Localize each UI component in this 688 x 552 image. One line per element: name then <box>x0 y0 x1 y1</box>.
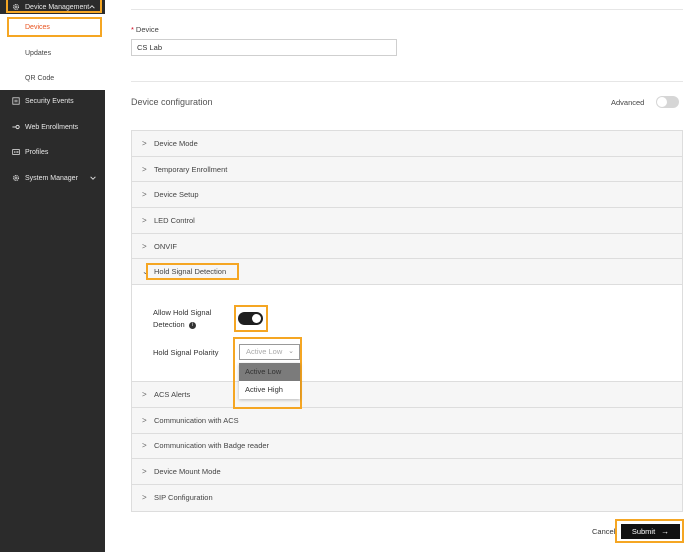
accordion-item-label: Communication with Badge reader <box>154 441 270 451</box>
device-name-input[interactable]: CS Lab <box>131 39 397 56</box>
polarity-select-value: Active Low <box>246 347 283 357</box>
allow-hold-signal-toggle[interactable] <box>238 312 263 326</box>
chevron-right-icon: > <box>142 493 147 503</box>
chevron-right-icon: > <box>142 190 147 200</box>
sidebar: Device Management Devices Updates QR Cod… <box>0 0 105 552</box>
required-mark: * <box>131 25 134 34</box>
polarity-select[interactable]: Active Low ⌄ <box>239 344 300 361</box>
sidebar-subitem-updates[interactable]: Updates <box>25 50 51 57</box>
sidebar-item-label: System Manager <box>25 174 78 182</box>
chevron-right-icon: > <box>142 138 147 148</box>
chevron-right-icon: > <box>142 415 147 425</box>
hold-signal-panel: Allow Hold Signal Detection i Hold Signa… <box>132 285 682 410</box>
chevron-right-icon: > <box>142 241 147 251</box>
arrow-right-icon: → <box>661 527 670 536</box>
sidebar-item-web-enrollments[interactable]: Web Enrollments <box>0 121 105 133</box>
accordion-item-label: Device Mount Mode <box>154 467 221 477</box>
sidebar-subitem-qr-code[interactable]: QR Code <box>25 75 54 82</box>
config-accordion: > Device Mode > Temporary Enrollment > D… <box>131 130 683 512</box>
main-content: * Device CS Lab Device configuration Adva… <box>105 0 688 552</box>
accordion-item-communication-acs[interactable]: > Communication with ACS <box>132 407 682 434</box>
submit-label: Submit <box>631 527 656 536</box>
accordion-item-communication-badge-reader[interactable]: > Communication with Badge reader <box>132 433 682 460</box>
accordion-item-label: LED Control <box>154 215 195 225</box>
chevron-down-icon: ⌄ <box>288 348 294 356</box>
polarity-option-active-low[interactable]: Active Low <box>239 363 300 382</box>
accordion-item-label: Device Mode <box>154 138 198 148</box>
chevron-right-icon: > <box>142 389 147 399</box>
advanced-toggle[interactable] <box>656 96 679 108</box>
chevron-right-icon: > <box>142 215 147 225</box>
accordion-item-device-setup[interactable]: > Device Setup <box>132 182 682 209</box>
key-icon <box>11 123 20 132</box>
accordion-item-led-control[interactable]: > LED Control <box>132 208 682 234</box>
accordion-item-label: ONVIF <box>154 241 177 251</box>
info-icon[interactable]: i <box>188 321 196 329</box>
gear-icon <box>11 174 20 183</box>
divider <box>131 81 683 82</box>
accordion-item-sip-configuration[interactable]: > SIP Configuration <box>132 484 682 511</box>
accordion-item-device-mode[interactable]: > Device Mode <box>132 131 682 157</box>
divider <box>131 9 683 10</box>
polarity-dropdown-menu: Active Low Active High <box>239 363 300 400</box>
sidebar-item-system-manager[interactable]: System Manager <box>0 172 105 184</box>
highlight-box <box>7 17 102 37</box>
highlight-box <box>6 0 102 13</box>
allow-hold-signal-label: Allow Hold Signal Detection i <box>153 307 233 331</box>
accordion-item-label: SIP Configuration <box>154 493 213 503</box>
chevron-right-icon: > <box>142 441 147 451</box>
device-label-text: Device <box>135 25 159 34</box>
chevron-right-icon: > <box>142 467 147 477</box>
accordion-item-label: Device Setup <box>154 190 199 200</box>
accordion-item-onvif[interactable]: > ONVIF <box>132 233 682 260</box>
accordion-item-label: ACS Alerts <box>154 389 191 399</box>
accordion-item-temporary-enrollment[interactable]: > Temporary Enrollment <box>132 156 682 183</box>
polarity-option-active-high[interactable]: Active High <box>239 381 300 399</box>
list-icon <box>11 97 20 106</box>
accordion-item-label: Communication with ACS <box>154 415 239 425</box>
device-field-label: * Device <box>131 25 159 34</box>
advanced-label: Advanced <box>611 98 645 107</box>
highlight-box <box>146 263 239 281</box>
accordion-item-label: Temporary Enrollment <box>154 164 228 174</box>
sidebar-item-security-events[interactable]: Security Events <box>0 95 105 107</box>
accordion-item-hold-signal-detection[interactable]: ⌄ Hold Signal Detection <box>132 259 682 286</box>
submit-button[interactable]: Submit → <box>621 524 680 539</box>
chevron-right-icon: > <box>142 164 147 174</box>
section-title: Device configuration <box>131 97 213 107</box>
sidebar-item-label: Security Events <box>25 97 74 105</box>
cancel-button[interactable]: Cancel <box>592 527 615 536</box>
sidebar-item-profiles[interactable]: Profiles <box>0 146 105 158</box>
hold-signal-polarity-label: Hold Signal Polarity <box>153 348 219 358</box>
sidebar-item-label: Web Enrollments <box>25 123 79 131</box>
sidebar-item-label: Profiles <box>25 148 49 156</box>
accordion-item-acs-alerts[interactable]: > ACS Alerts <box>132 382 682 408</box>
accordion-item-device-mount-mode[interactable]: > Device Mount Mode <box>132 459 682 485</box>
allow-hold-signal-text: Allow Hold Signal Detection <box>153 308 212 330</box>
chevron-down-icon[interactable] <box>89 174 97 182</box>
id-card-icon <box>11 148 20 157</box>
